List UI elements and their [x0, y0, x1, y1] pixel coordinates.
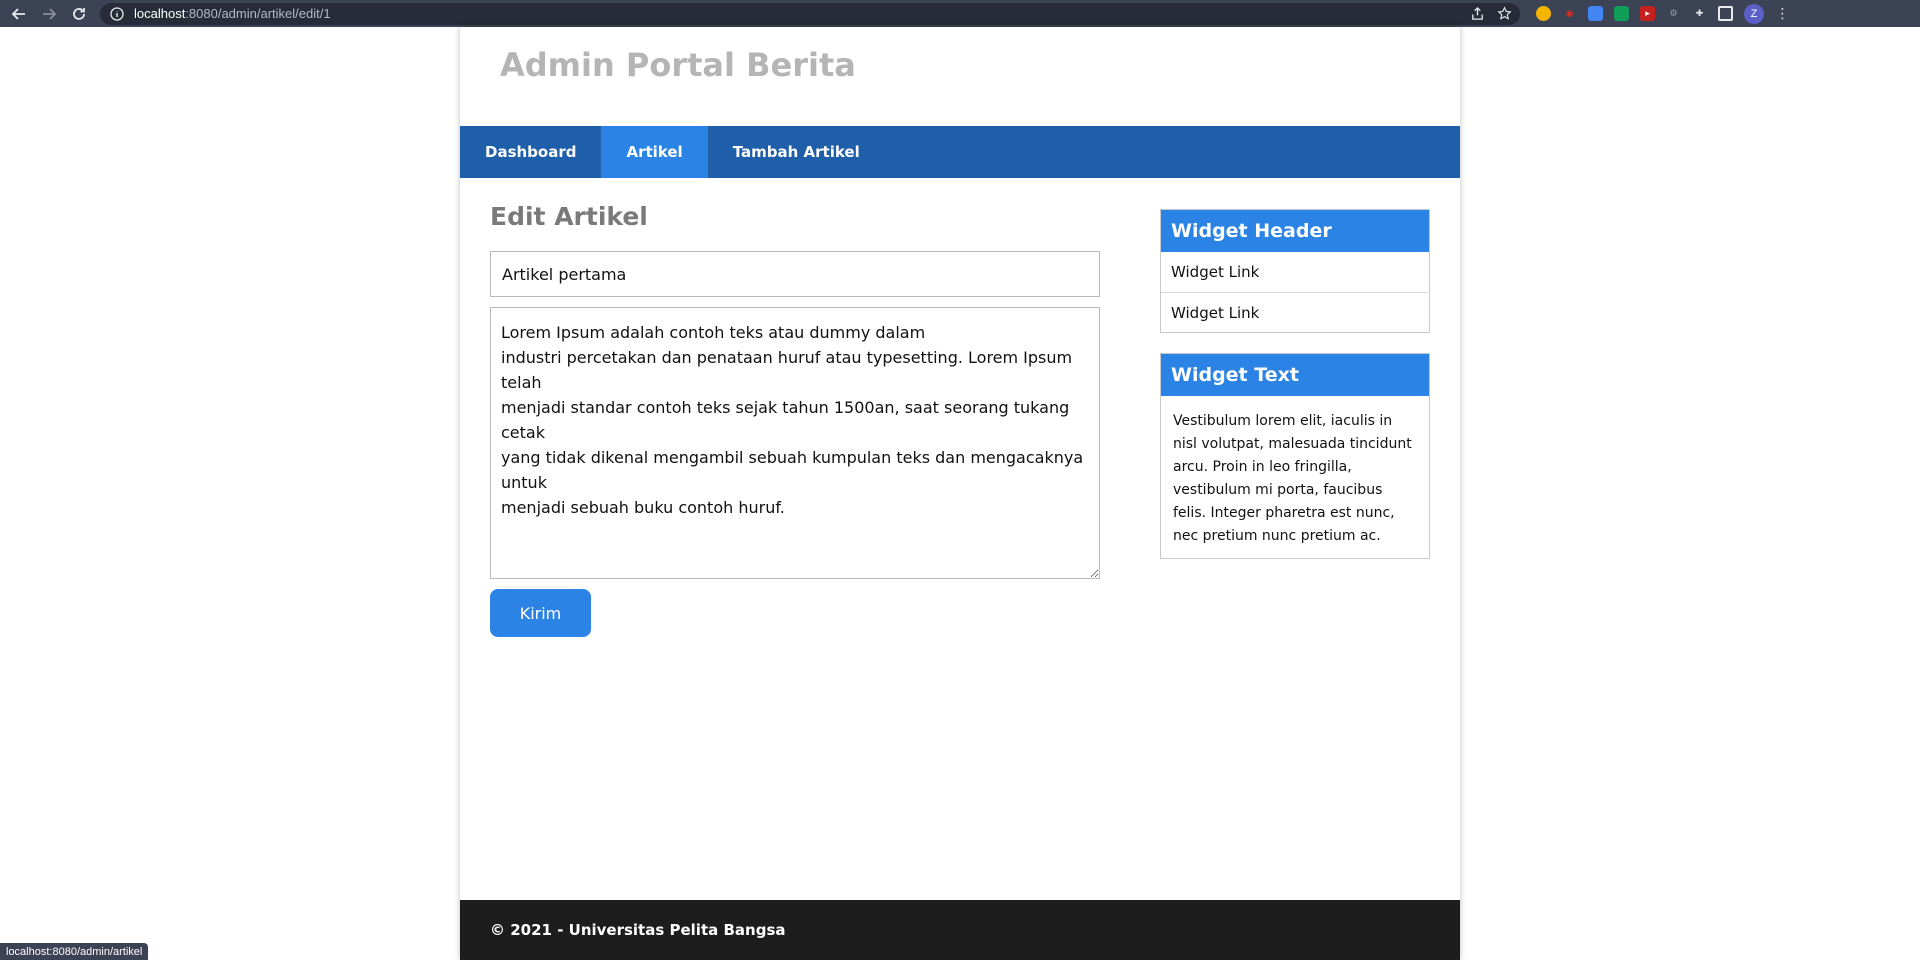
site-header: Admin Portal Berita [460, 27, 1460, 126]
profile-avatar[interactable]: Z [1744, 3, 1764, 24]
url-path: :8080/admin/artikel/edit/1 [185, 6, 331, 21]
nav-item-tambah-artikel[interactable]: Tambah Artikel [708, 126, 885, 178]
extensions-puzzle-icon[interactable]: ✚ [1692, 6, 1707, 21]
address-bar[interactable]: localhost:8080/admin/artikel/edit/1 [100, 2, 1520, 25]
back-button[interactable] [8, 3, 30, 25]
info-icon[interactable] [110, 6, 124, 21]
share-icon[interactable] [1470, 6, 1485, 21]
forward-button[interactable] [38, 3, 60, 25]
edit-article-form: Edit Artikel Lorem Ipsum adalah contoh t… [490, 202, 1100, 637]
arrow-left-icon [11, 7, 25, 20]
menu-kebab-icon[interactable]: ⋮ [1775, 6, 1790, 22]
extension-gear-icon[interactable]: ⚙ [1666, 6, 1681, 21]
sidebar: Widget Header Widget Link Widget Link Wi… [1160, 209, 1430, 579]
browser-toolbar: localhost:8080/admin/artikel/edit/1 ◉ ▸ … [0, 0, 1920, 27]
extension-1-icon[interactable] [1536, 6, 1551, 21]
nav-item-artikel[interactable]: Artikel [601, 126, 708, 178]
extension-2-icon[interactable]: ◉ [1562, 6, 1577, 21]
submit-button[interactable]: Kirim [490, 589, 591, 637]
arrow-right-icon [43, 7, 57, 20]
extension-3-icon[interactable] [1588, 6, 1603, 21]
extension-4-icon[interactable] [1614, 6, 1629, 21]
widget-text-body: Vestibulum lorem elit, iaculis in nisl v… [1173, 413, 1412, 544]
nav-item-dashboard[interactable]: Dashboard [460, 126, 601, 178]
reload-button[interactable] [68, 3, 90, 25]
reload-icon [73, 7, 85, 20]
link-status-bar: localhost:8080/admin/artikel [0, 943, 149, 960]
article-body-textarea[interactable]: Lorem Ipsum adalah contoh teks atau dumm… [490, 307, 1100, 579]
widget-link[interactable]: Widget Link [1161, 252, 1429, 292]
widget-header: Widget Header [1161, 210, 1429, 252]
side-panel-icon[interactable] [1718, 6, 1733, 21]
page-title: Edit Artikel [490, 202, 648, 231]
footer-copyright: © 2021 - Universitas Pelita Bangsa [490, 921, 786, 939]
page-container: Admin Portal Berita Dashboard Artikel Ta… [460, 27, 1460, 960]
widget-text-header: Widget Text [1161, 354, 1429, 396]
extension-5-icon[interactable]: ▸ [1640, 6, 1655, 21]
widget-link[interactable]: Widget Link [1161, 292, 1429, 332]
bookmark-star-icon[interactable] [1497, 6, 1512, 21]
widget-text: Widget Text Vestibulum lorem elit, iacul… [1160, 353, 1430, 559]
main-nav: Dashboard Artikel Tambah Artikel [460, 126, 1460, 178]
article-title-input[interactable] [490, 251, 1100, 297]
url-host: localhost [134, 6, 186, 21]
site-title: Admin Portal Berita [500, 45, 856, 84]
site-footer: © 2021 - Universitas Pelita Bangsa [460, 900, 1460, 960]
widget-links: Widget Header Widget Link Widget Link [1160, 209, 1430, 333]
